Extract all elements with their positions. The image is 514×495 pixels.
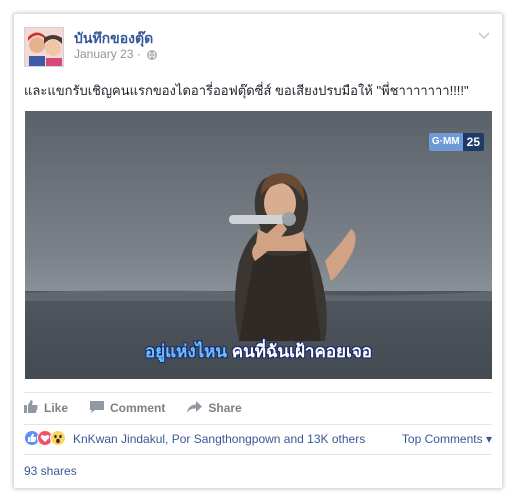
top-comments-dropdown[interactable]: Top Comments ▾	[402, 432, 492, 446]
like-label: Like	[44, 401, 69, 415]
channel-logo: G·MM 25	[428, 133, 484, 151]
reaction-names-link[interactable]: KnKwan Jindakul, Por Sangthongpown and 1…	[73, 432, 365, 446]
post-card: บันทึกของตุ๊ด January 23 · และแขกรับเชิญ…	[13, 13, 503, 489]
reaction-icons[interactable]	[24, 429, 66, 449]
like-reaction-icon	[24, 429, 40, 449]
subtitle-text: คนที่ฉันเฝ้าคอยเจอ	[231, 342, 372, 361]
comment-button[interactable]: Comment	[90, 400, 166, 416]
share-button[interactable]: Share	[187, 400, 242, 416]
wow-reaction-icon	[50, 429, 66, 449]
subtitle-highlight: อยู่แห่งไหน	[145, 342, 228, 361]
love-reaction-icon	[37, 429, 53, 449]
comment-icon	[90, 400, 110, 416]
share-label: Share	[208, 401, 242, 415]
meta-separator: ·	[136, 47, 141, 61]
channel-prefix: G·MM	[428, 133, 463, 151]
post-actions-bar: Like Comment Share	[24, 392, 492, 423]
video-player[interactable]: G·MM 25 อยู่แห่งไหน คนที่ฉันเฝ้าคอยเจอ	[25, 111, 492, 379]
sort-arrow-icon: ▾	[485, 432, 492, 446]
post-meta: January 23 ·	[74, 47, 157, 63]
video-subtitle: อยู่แห่งไหน คนที่ฉันเฝ้าคอยเจอ	[25, 338, 492, 365]
post-caption: และแขกรับเชิญคนแรกของไดอารี่ออฟตุ๊ดซี่ส์…	[24, 83, 469, 98]
globe-icon	[147, 49, 157, 63]
avatar[interactable]	[24, 27, 64, 67]
shares-count-link[interactable]: 93 shares	[24, 454, 492, 487]
chevron-down-icon[interactable]	[478, 29, 490, 43]
top-comments-label: Top Comments	[401, 432, 483, 446]
reactions-summary: KnKwan Jindakul, Por Sangthongpown and 1…	[24, 424, 492, 453]
share-icon	[187, 400, 208, 416]
like-button[interactable]: Like	[24, 400, 68, 416]
post-date[interactable]: January 23	[74, 47, 133, 61]
channel-number: 25	[462, 133, 484, 151]
comment-label: Comment	[110, 401, 166, 415]
like-icon	[24, 400, 44, 416]
